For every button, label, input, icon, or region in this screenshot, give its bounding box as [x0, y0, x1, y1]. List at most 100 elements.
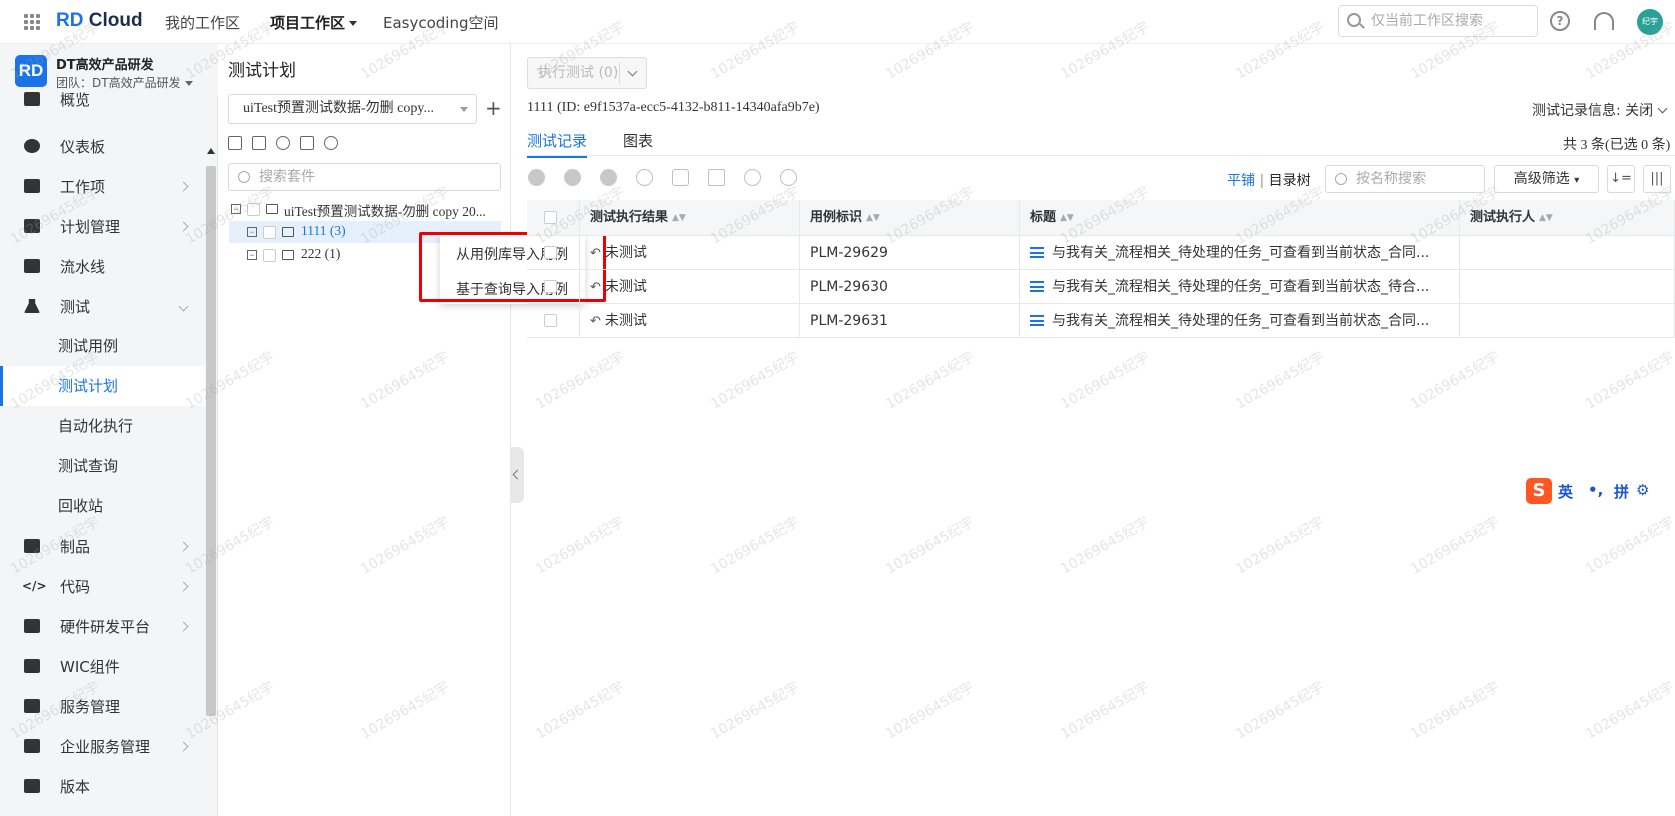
record-info-toggle[interactable]: 测试记录信息: 关闭: [1532, 100, 1668, 120]
fail-icon[interactable]: [564, 169, 581, 186]
undo-icon: ↶: [590, 314, 601, 329]
skip-icon[interactable]: [636, 169, 653, 186]
undo-icon[interactable]: [672, 169, 689, 186]
headset-icon[interactable]: [1594, 12, 1614, 30]
sidebar-sub-test-query[interactable]: 测试查询: [0, 446, 205, 486]
rdcloud-logo[interactable]: RD Cloud: [56, 10, 143, 32]
sidebar-item-dashboard[interactable]: 仪表板: [0, 126, 205, 166]
cell-title[interactable]: 与我有关_流程相关_待处理的任务_可查看到当前状态_待合...: [1020, 270, 1460, 304]
sidebar-item-version[interactable]: 版本: [0, 766, 205, 806]
scroll-up-icon[interactable]: [207, 148, 215, 154]
col-result[interactable]: 测试执行结果 ▲▼: [580, 200, 800, 236]
table-row: [527, 304, 580, 338]
global-search-input[interactable]: 仅当前工作区搜索: [1338, 5, 1538, 37]
ime-pinyin[interactable]: 拼: [1614, 481, 1629, 502]
sidebar-item-pipeline[interactable]: 流水线: [0, 246, 205, 286]
pass-icon[interactable]: [528, 169, 545, 186]
collapse-icon[interactable]: −: [247, 250, 257, 260]
ime-toolbar[interactable]: S 英 •, 拼 ⚙: [1524, 478, 1652, 506]
app-grid-icon[interactable]: [24, 14, 40, 30]
delete-icon[interactable]: [708, 169, 725, 186]
sidebar-item-workitem[interactable]: 工作项: [0, 166, 205, 206]
avatar[interactable]: 纪宇: [1637, 9, 1663, 35]
sidebar-item-wic[interactable]: WIC组件: [0, 646, 205, 686]
gear-icon[interactable]: ⚙: [1636, 481, 1649, 499]
row-checkbox[interactable]: [544, 280, 557, 293]
tab-test-records[interactable]: 测试记录: [527, 130, 588, 158]
tree-checkbox[interactable]: [263, 249, 276, 262]
cell-result[interactable]: ↶ 未测试: [580, 304, 800, 338]
row-checkbox[interactable]: [544, 246, 557, 259]
advanced-filter-button[interactable]: 高级筛选 ▾: [1494, 165, 1599, 193]
select-all-checkbox[interactable]: [544, 211, 557, 224]
refresh-icon[interactable]: [324, 136, 338, 150]
tab-charts[interactable]: 图表: [623, 130, 653, 151]
row-checkbox[interactable]: [544, 314, 557, 327]
nav-project-workspace[interactable]: 项目工作区: [270, 12, 358, 33]
more-icon[interactable]: [780, 169, 797, 186]
button-divider: [619, 62, 620, 84]
nav-easycoding[interactable]: Easycoding空间: [383, 12, 499, 33]
view-tree[interactable]: 目录树: [1269, 173, 1311, 189]
panel-title: 测试计划: [228, 61, 296, 81]
service-icon: [24, 699, 40, 713]
cell-title[interactable]: 与我有关_流程相关_待处理的任务_可查看到当前状态_合同...: [1020, 236, 1460, 270]
chevron-down-icon: [349, 21, 358, 26]
tree-checkbox[interactable]: [247, 203, 260, 216]
col-executor[interactable]: 测试执行人 ▲▼: [1460, 200, 1675, 236]
sidebar-item-plan[interactable]: 计划管理: [0, 206, 205, 246]
artifact-icon: [24, 539, 40, 553]
chevron-down-icon[interactable]: [627, 66, 638, 77]
chevron-right-icon: [178, 741, 189, 751]
tree-checkbox[interactable]: [263, 226, 276, 239]
add-plan-button[interactable]: +: [485, 94, 502, 122]
suite-search-input[interactable]: 搜索套件: [228, 163, 501, 191]
cell-title[interactable]: 与我有关_流程相关_待处理的任务_可查看到当前状态_合同...: [1020, 304, 1460, 338]
sidebar-item-service[interactable]: 服务管理: [0, 686, 205, 726]
ime-punct[interactable]: •,: [1588, 481, 1603, 499]
sidebar-item-hardware[interactable]: 硬件研发平台: [0, 606, 205, 646]
copy-suite-icon[interactable]: [252, 136, 266, 150]
add-suite-icon[interactable]: [228, 136, 242, 150]
columns-icon[interactable]: |||: [1643, 165, 1671, 193]
cell-case-id[interactable]: PLM-29629: [800, 236, 1020, 270]
project-title: DT高效产品研发: [56, 58, 154, 73]
folder-icon: [266, 204, 278, 214]
sidebar-sub-automation[interactable]: 自动化执行: [0, 406, 205, 446]
sidebar-sub-test-plan[interactable]: 测试计划: [0, 366, 205, 406]
sidebar-item-test[interactable]: 测试: [0, 286, 205, 326]
plan-select[interactable]: uiTest预置测试数据-勿删 copy...: [228, 94, 477, 124]
assign-user-icon[interactable]: [276, 136, 290, 150]
sidebar-item-overview[interactable]: 概览: [0, 87, 205, 111]
help-icon[interactable]: ?: [1550, 11, 1570, 31]
col-title[interactable]: 标题 ▲▼: [1020, 200, 1460, 236]
undo-icon: ↶: [590, 246, 601, 261]
block-icon[interactable]: [600, 169, 617, 186]
cell-result[interactable]: ↶ 未测试: [580, 270, 800, 304]
tree-node-root[interactable]: − uiTest预置测试数据-勿删 copy 20...: [219, 198, 501, 220]
cell-result[interactable]: ↶ 未测试: [580, 236, 800, 270]
project-logo: RD: [15, 55, 47, 87]
sidebar-sub-test-cases[interactable]: 测试用例: [0, 326, 205, 366]
assign-user-icon[interactable]: [744, 169, 761, 186]
view-flat[interactable]: 平铺: [1227, 173, 1255, 189]
sidebar-item-code[interactable]: </> 代码: [0, 566, 205, 606]
panel-collapse-handle[interactable]: [510, 447, 524, 503]
col-case-id[interactable]: 用例标识 ▲▼: [800, 200, 1020, 236]
cell-case-id[interactable]: PLM-29630: [800, 270, 1020, 304]
database-icon[interactable]: [300, 136, 314, 150]
collapse-icon[interactable]: −: [247, 227, 257, 237]
dashboard-icon: [24, 139, 40, 153]
collapse-icon[interactable]: −: [231, 204, 241, 214]
execute-test-button[interactable]: 执行测试 (0): [527, 57, 647, 89]
sort-icon[interactable]: ↓=: [1607, 165, 1635, 193]
sidebar-sub-recycle-bin[interactable]: 回收站: [0, 486, 205, 526]
sidebar-item-artifact[interactable]: 制品: [0, 526, 205, 566]
main-content: 执行测试 (0) 1111 (ID: e9f1537a-ecc5-4132-b8…: [527, 44, 1675, 816]
sidebar-item-enterprise[interactable]: 企业服务管理: [0, 726, 205, 766]
nav-my-workspace[interactable]: 我的工作区: [165, 12, 240, 33]
cell-case-id[interactable]: PLM-29631: [800, 304, 1020, 338]
ime-lang[interactable]: 英: [1558, 481, 1573, 502]
sidebar-scrollbar[interactable]: [206, 166, 216, 716]
name-search-input[interactable]: 按名称搜索: [1325, 165, 1485, 193]
